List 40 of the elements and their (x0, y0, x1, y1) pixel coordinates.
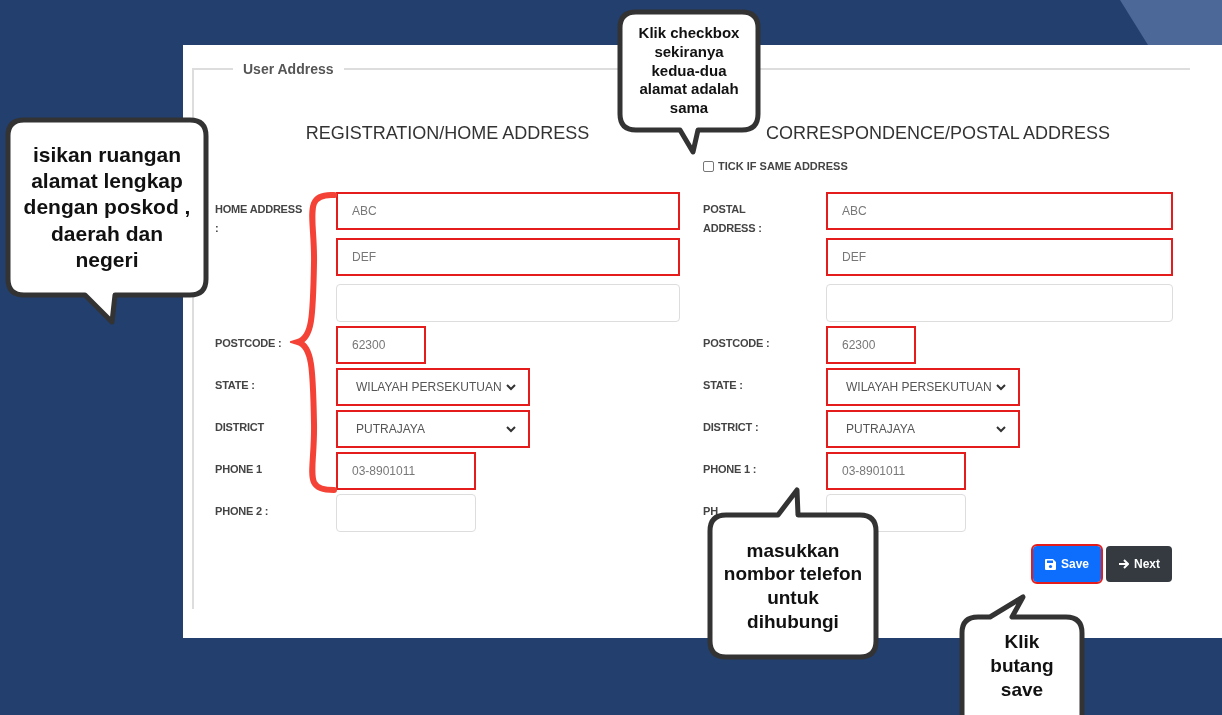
section-heading: REGISTRATION/HOME ADDRESS (305, 122, 590, 145)
field-label: STATE : (703, 378, 744, 393)
field-label: PH (703, 504, 719, 519)
text-field[interactable]: DEF (336, 238, 680, 276)
section-heading: CORRESPONDENCE/POSTAL ADDRESS (765, 122, 1111, 145)
text-field[interactable]: ABC (336, 192, 680, 230)
field-label: PHONE 2 : (215, 504, 270, 519)
field-label: HOME ADDRESS : (215, 202, 303, 236)
chevron-down-icon (506, 383, 516, 391)
checkbox-label: TICK IF SAME ADDRESS (718, 160, 848, 172)
save-button[interactable]: Save (1032, 546, 1101, 582)
checkbox[interactable] (703, 160, 714, 172)
text-field[interactable]: 62300 (336, 326, 426, 364)
field-label: POSTCODE : (703, 336, 771, 351)
field-label: POSTCODE : (215, 336, 283, 351)
text-field[interactable]: 62300 (826, 326, 916, 364)
chevron-down-icon (506, 425, 516, 433)
field-label: DISTRICT (215, 420, 266, 435)
callout-tooltip: isikan ruangan alamat lengkap dengan poskod , daerah dan negeri (4, 116, 210, 326)
chevron-down-icon (996, 383, 1006, 391)
field-label: POSTAL ADDRESS : (703, 202, 763, 236)
text-field[interactable]: 03-8901011 (826, 452, 966, 490)
dropdown[interactable]: PUTRAJAYA (826, 410, 1020, 448)
text-field[interactable] (336, 284, 680, 322)
arrow-right-icon (1118, 559, 1129, 569)
dropdown[interactable]: WILAYAH PERSEKUTUAN (336, 368, 530, 406)
field-label: STATE : (215, 378, 256, 393)
text-field[interactable]: DEF (826, 238, 1173, 276)
field-label: DISTRICT : (703, 420, 760, 435)
text-field[interactable] (336, 494, 476, 532)
section-title: User Address (242, 61, 335, 77)
field-label: PHONE 1 (215, 462, 263, 477)
dropdown[interactable]: WILAYAH PERSEKUTUAN (826, 368, 1020, 406)
text-field[interactable]: ABC (826, 192, 1173, 230)
chevron-down-icon (996, 425, 1006, 433)
dropdown[interactable]: PUTRAJAYA (336, 410, 530, 448)
text-field[interactable]: 03-8901011 (336, 452, 476, 490)
next-button[interactable]: Next (1106, 546, 1172, 582)
field-label: PHONE 1 : (703, 462, 758, 477)
text-field[interactable] (826, 284, 1173, 322)
